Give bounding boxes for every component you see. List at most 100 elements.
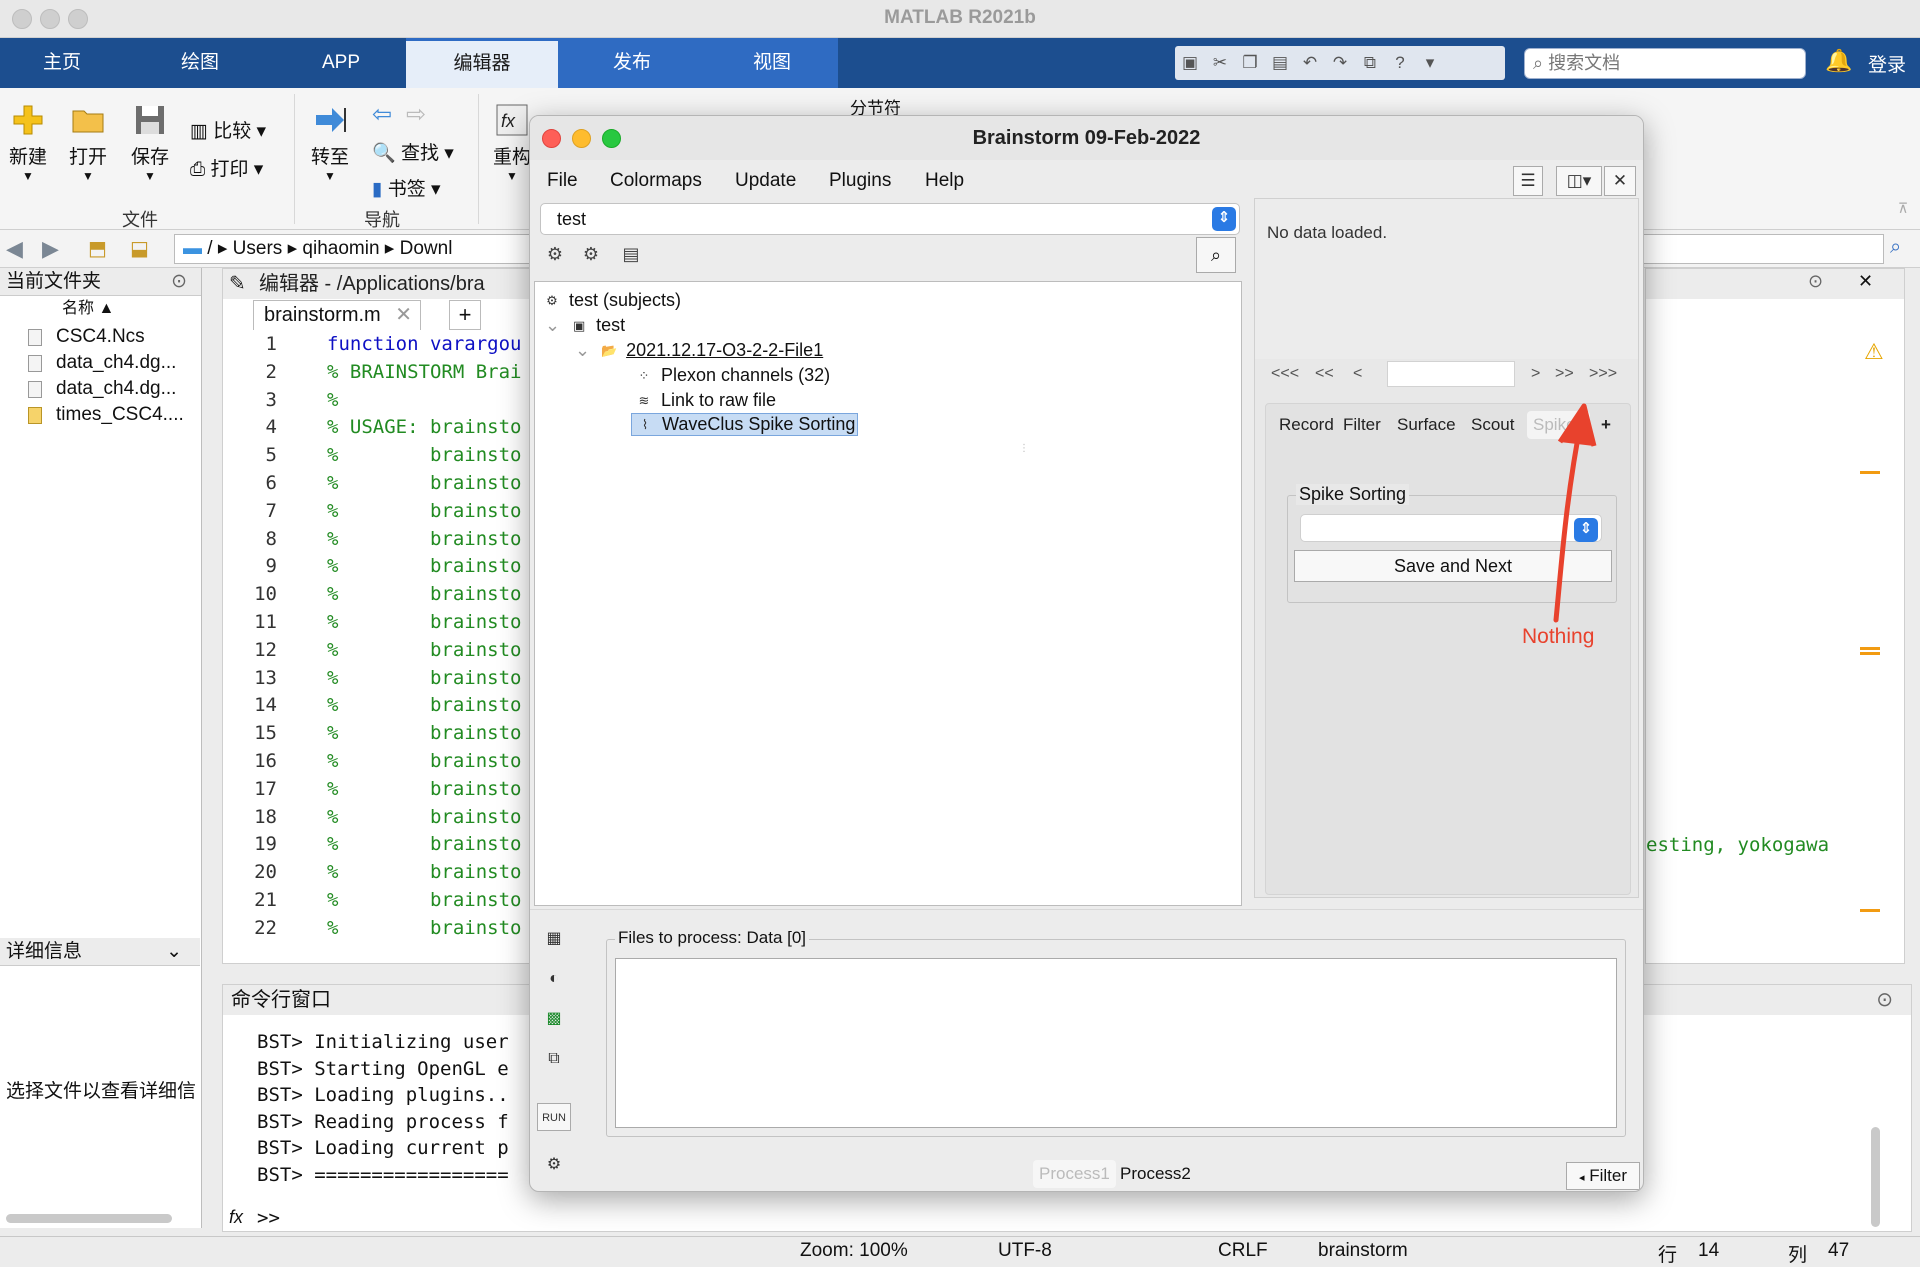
menu-colormaps[interactable]: Colormaps xyxy=(610,170,702,192)
tree-raw-link[interactable]: ≋ Link to raw file xyxy=(633,390,777,411)
warning-marker[interactable] xyxy=(1860,909,1880,912)
up-folder-icon[interactable]: ⬒ xyxy=(88,236,107,261)
code-line[interactable]: function varargou xyxy=(327,333,521,355)
layout-options-icon[interactable]: ☰ xyxy=(1513,166,1543,196)
file-row[interactable]: data_ch4.dg... xyxy=(0,350,200,376)
help-icon[interactable]: ? xyxy=(1385,46,1415,80)
search-documentation-input[interactable]: ⌕ 搜索文档 xyxy=(1524,48,1806,79)
tab-home[interactable]: 主页 xyxy=(0,38,124,88)
code-line[interactable]: % brainsto xyxy=(327,694,521,716)
browse-folder-icon[interactable]: ⬓ xyxy=(130,236,149,261)
code-line[interactable]: % brainsto xyxy=(327,889,521,911)
code-line[interactable]: % USAGE: brainsto xyxy=(327,416,521,438)
panel-menu-icon[interactable]: ⊙ xyxy=(1808,271,1823,292)
horizontal-splitter[interactable] xyxy=(530,909,1643,915)
warning-icon[interactable]: ⚠ xyxy=(1864,339,1884,365)
code-line[interactable]: % brainsto xyxy=(327,833,521,855)
save-icon[interactable]: ▣ xyxy=(1175,46,1205,80)
splitter-handle[interactable]: ⋮ xyxy=(1019,443,1029,457)
path-user[interactable]: qihaomin xyxy=(302,238,379,259)
vertical-scrollbar[interactable] xyxy=(1871,1127,1880,1227)
tree-channels[interactable]: ⁘ Plexon channels (32) xyxy=(633,365,831,386)
warning-marker[interactable] xyxy=(1860,647,1880,655)
filter-button[interactable]: ◂ Filter xyxy=(1566,1162,1640,1190)
zoom-window-button[interactable] xyxy=(602,129,621,148)
editor-file-tab[interactable]: brainstorm.m ✕ xyxy=(253,300,421,330)
code-line[interactable]: % brainsto xyxy=(327,722,521,744)
details-header[interactable]: 详细信息 ⌄ xyxy=(0,938,200,966)
database-tree[interactable]: ⚙ test (subjects) ⌄ ▣ test ⌄ 📂 2021.12.17-O3-… xyxy=(534,281,1242,906)
code-line[interactable]: % brainsto xyxy=(327,583,521,605)
code-line[interactable]: % brainsto xyxy=(327,917,521,939)
code-line[interactable]: % brainsto xyxy=(327,500,521,522)
tab-record[interactable]: Record xyxy=(1273,411,1340,439)
tab-surface[interactable]: Surface xyxy=(1391,411,1462,439)
print-button[interactable]: ⎙ 打印 ▾ xyxy=(190,154,263,181)
menu-plugins[interactable]: Plugins xyxy=(829,170,891,192)
switch-window-icon[interactable]: ⧉ xyxy=(1355,46,1385,80)
tab-editor[interactable]: 编辑器 xyxy=(406,38,558,88)
code-line[interactable]: % brainsto xyxy=(327,750,521,772)
tab-process2[interactable]: Process2 xyxy=(1114,1160,1197,1188)
search-icon[interactable]: ⌕ xyxy=(1196,237,1236,273)
name-column-header[interactable]: 名称 ▲ xyxy=(0,296,200,322)
pipeline-icon[interactable]: ⚙ xyxy=(540,1151,568,1179)
bookmark-button[interactable]: ▮ 书签 ▾ xyxy=(372,174,441,201)
cut-icon[interactable]: ✂ xyxy=(1205,46,1235,80)
warning-marker[interactable] xyxy=(1860,471,1880,474)
process-timefreq-icon[interactable]: ▩ xyxy=(540,1005,568,1033)
close-window-button[interactable] xyxy=(542,129,561,148)
close-figures-icon[interactable]: ✕ xyxy=(1604,166,1636,196)
path-users[interactable]: Users xyxy=(233,238,283,259)
code-line[interactable]: % brainsto xyxy=(327,444,521,466)
code-line[interactable]: % xyxy=(327,389,338,411)
tree-spike-sorting[interactable]: ⌇ WaveClus Spike Sorting xyxy=(631,413,859,437)
paste-icon[interactable]: ▤ xyxy=(1265,46,1295,80)
new-tab-button[interactable]: + xyxy=(449,300,481,330)
tab-apps[interactable]: APP xyxy=(276,38,406,88)
nav-prev-button[interactable]: < xyxy=(1353,365,1362,383)
command-prompt[interactable]: >> xyxy=(257,1207,280,1229)
tab-scout[interactable]: Scout xyxy=(1465,411,1520,439)
save-button[interactable]: 保存 ▼ xyxy=(126,102,174,183)
anatomy-view-icon[interactable]: ⚙ xyxy=(578,241,604,267)
database-view-icon[interactable]: ▤ xyxy=(618,241,644,267)
file-row[interactable]: data_ch4.dg... xyxy=(0,376,200,402)
code-line[interactable]: % brainsto xyxy=(327,778,521,800)
tab-filter[interactable]: Filter xyxy=(1337,411,1387,439)
code-line[interactable]: % brainsto xyxy=(327,806,521,828)
tree-raw-folder[interactable]: ⌄ 📂 2021.12.17-O3-2-2-File1 xyxy=(575,340,823,361)
login-link[interactable]: 登录 xyxy=(1868,50,1906,77)
path-downloads[interactable]: Downl xyxy=(400,238,453,259)
code-line[interactable]: % brainsto xyxy=(327,528,521,550)
search-folder-icon[interactable]: ⌕ xyxy=(1890,236,1901,259)
panel-menu-icon[interactable]: ⊙ xyxy=(171,268,187,296)
protocol-select[interactable]: test ⇕ xyxy=(540,203,1240,235)
close-tab-icon[interactable]: ✕ xyxy=(395,301,412,329)
open-button[interactable]: 打开 ▼ xyxy=(64,102,112,183)
new-button[interactable]: 新建 ▼ xyxy=(4,102,52,183)
menu-help[interactable]: Help xyxy=(925,170,964,192)
nav-prev-page-button[interactable]: << xyxy=(1315,365,1334,383)
back-nav-icon[interactable]: ◀ xyxy=(6,236,23,262)
files-to-process-list[interactable] xyxy=(615,958,1617,1128)
code-line[interactable]: % brainsto xyxy=(327,861,521,883)
nav-next-page-button[interactable]: >> xyxy=(1555,365,1574,383)
process-matrix-icon[interactable]: ⧉ xyxy=(540,1045,568,1073)
forward-nav-icon[interactable]: ▶ xyxy=(42,236,59,262)
tab-process1[interactable]: Process1 xyxy=(1033,1160,1116,1188)
code-line[interactable]: % brainsto xyxy=(327,639,521,661)
tab-publish[interactable]: 发布 xyxy=(558,38,706,88)
file-row[interactable]: times_CSC4.... xyxy=(0,402,200,428)
path-root[interactable]: / xyxy=(207,238,212,259)
minimize-window-button[interactable] xyxy=(572,129,591,148)
compare-button[interactable]: ▥ 比较 ▾ xyxy=(190,116,266,143)
find-button[interactable]: 🔍 查找 ▾ xyxy=(372,138,454,165)
code-line[interactable]: % brainsto xyxy=(327,472,521,494)
dropdown-icon[interactable]: ▾ xyxy=(1415,46,1445,80)
nav-next-button[interactable]: > xyxy=(1531,365,1540,383)
tree-subject[interactable]: ⌄ ▣ test xyxy=(545,315,625,336)
process-sources-icon[interactable]: ◐ xyxy=(540,965,568,993)
tab-view[interactable]: 视图 xyxy=(706,38,838,88)
close-icon[interactable]: ✕ xyxy=(1858,271,1873,292)
